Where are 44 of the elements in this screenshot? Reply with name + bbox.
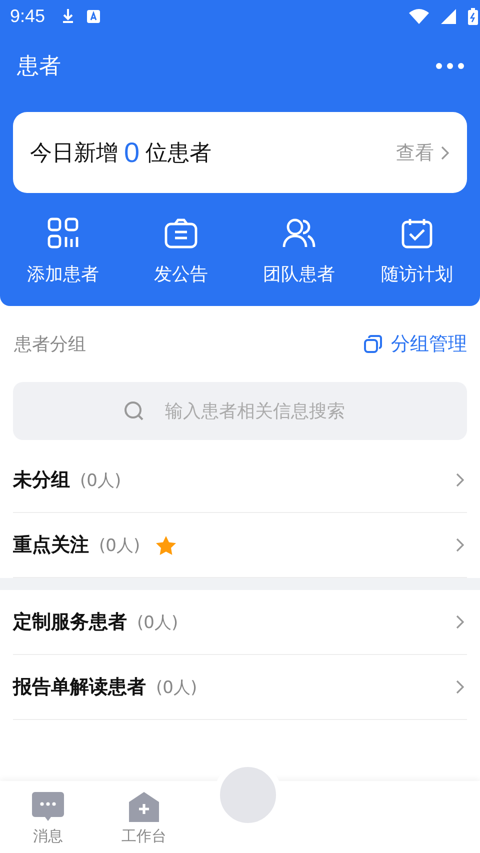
group-manage-link[interactable]: 分组管理 bbox=[363, 331, 467, 357]
chevron-icon bbox=[440, 144, 450, 160]
people-icon bbox=[282, 217, 316, 249]
group-count: (0人) bbox=[156, 676, 198, 698]
action-button[interactable]: 添加患者 bbox=[13, 217, 113, 286]
calendar-check-icon bbox=[401, 217, 433, 249]
chat-icon bbox=[31, 791, 65, 823]
chevron-icon bbox=[455, 679, 465, 695]
wifi-icon bbox=[409, 8, 429, 24]
app-notification-icon bbox=[87, 10, 100, 22]
summary-suffix: 位患者 bbox=[146, 140, 212, 168]
group-name: 重点关注 bbox=[13, 533, 89, 558]
search-icon bbox=[123, 400, 145, 422]
signal-icon bbox=[441, 8, 456, 24]
view-link[interactable]: 查看 bbox=[396, 140, 450, 166]
action-button[interactable]: 团队患者 bbox=[249, 217, 349, 286]
search-field[interactable]: 输入患者相关信息搜索 bbox=[13, 382, 467, 440]
group-row[interactable]: 报告单解读患者 (0人) bbox=[13, 655, 467, 720]
action-button[interactable]: 发公告 bbox=[131, 217, 231, 286]
chevron-icon bbox=[455, 537, 465, 553]
group-name: 定制服务患者 bbox=[13, 610, 127, 635]
copy-icon bbox=[363, 334, 383, 354]
group-row[interactable]: 未分组 (0人) bbox=[13, 448, 467, 513]
group-count: (0人) bbox=[137, 612, 178, 634]
summary-prefix: 今日新增 bbox=[30, 140, 118, 168]
group-count: (0人) bbox=[99, 534, 140, 556]
page-title: 患者 bbox=[17, 53, 61, 81]
action-button[interactable]: 随访计划 bbox=[367, 217, 467, 286]
group-name: 未分组 bbox=[13, 468, 70, 493]
status-time: 9:45 bbox=[10, 6, 46, 26]
chevron-icon bbox=[455, 472, 465, 488]
group-row[interactable]: 定制服务患者 (0人) bbox=[13, 590, 467, 655]
group-name: 报告单解读患者 bbox=[13, 675, 146, 700]
section-title: 患者分组 bbox=[14, 333, 86, 356]
tab-item[interactable]: 工作台 bbox=[96, 781, 192, 853]
tab-item[interactable]: 消息 bbox=[0, 781, 96, 853]
chevron-icon bbox=[455, 614, 465, 630]
summary-count: 0 bbox=[124, 136, 140, 168]
house-plus-icon bbox=[128, 791, 160, 823]
download-icon bbox=[61, 8, 76, 24]
more-icon[interactable] bbox=[435, 62, 465, 70]
briefcase-icon bbox=[164, 217, 198, 249]
group-count: (0人) bbox=[80, 470, 122, 492]
grid-icon bbox=[47, 217, 79, 249]
